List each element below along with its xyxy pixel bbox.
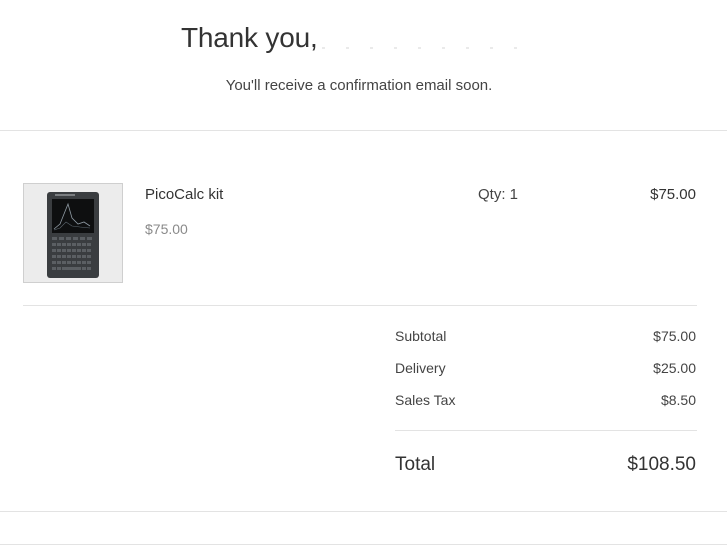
summary-divider	[395, 430, 697, 431]
header-divider	[0, 130, 727, 131]
product-quantity: Qty: 1	[478, 186, 519, 203]
product-thumbnail	[23, 183, 123, 283]
thank-you-heading: Thank you,	[181, 22, 318, 53]
items-divider	[23, 305, 697, 306]
subtotal-label: Subtotal	[395, 328, 447, 344]
footer-divider-bottom	[0, 544, 727, 545]
handheld-calculator-device-icon	[47, 192, 99, 278]
order-confirmation-page: Thank you, You'll receive a confirmation…	[0, 0, 727, 547]
product-line-total: $75.00	[650, 186, 696, 203]
delivery-label: Delivery	[395, 360, 446, 376]
total-label: Total	[395, 454, 436, 475]
redacted-customer-name	[322, 44, 522, 54]
delivery-value: $25.00	[653, 360, 696, 376]
footer-divider-top	[0, 511, 727, 512]
subtotal-value: $75.00	[653, 328, 696, 344]
total-value: $108.50	[627, 454, 696, 475]
sales-tax-value: $8.50	[660, 392, 696, 408]
product-unit-price: $75.00	[145, 221, 188, 237]
product-name: PicoCalc kit	[145, 186, 224, 203]
sales-tax-label: Sales Tax	[395, 392, 456, 408]
confirmation-message: You'll receive a confirmation email soon…	[225, 77, 493, 94]
